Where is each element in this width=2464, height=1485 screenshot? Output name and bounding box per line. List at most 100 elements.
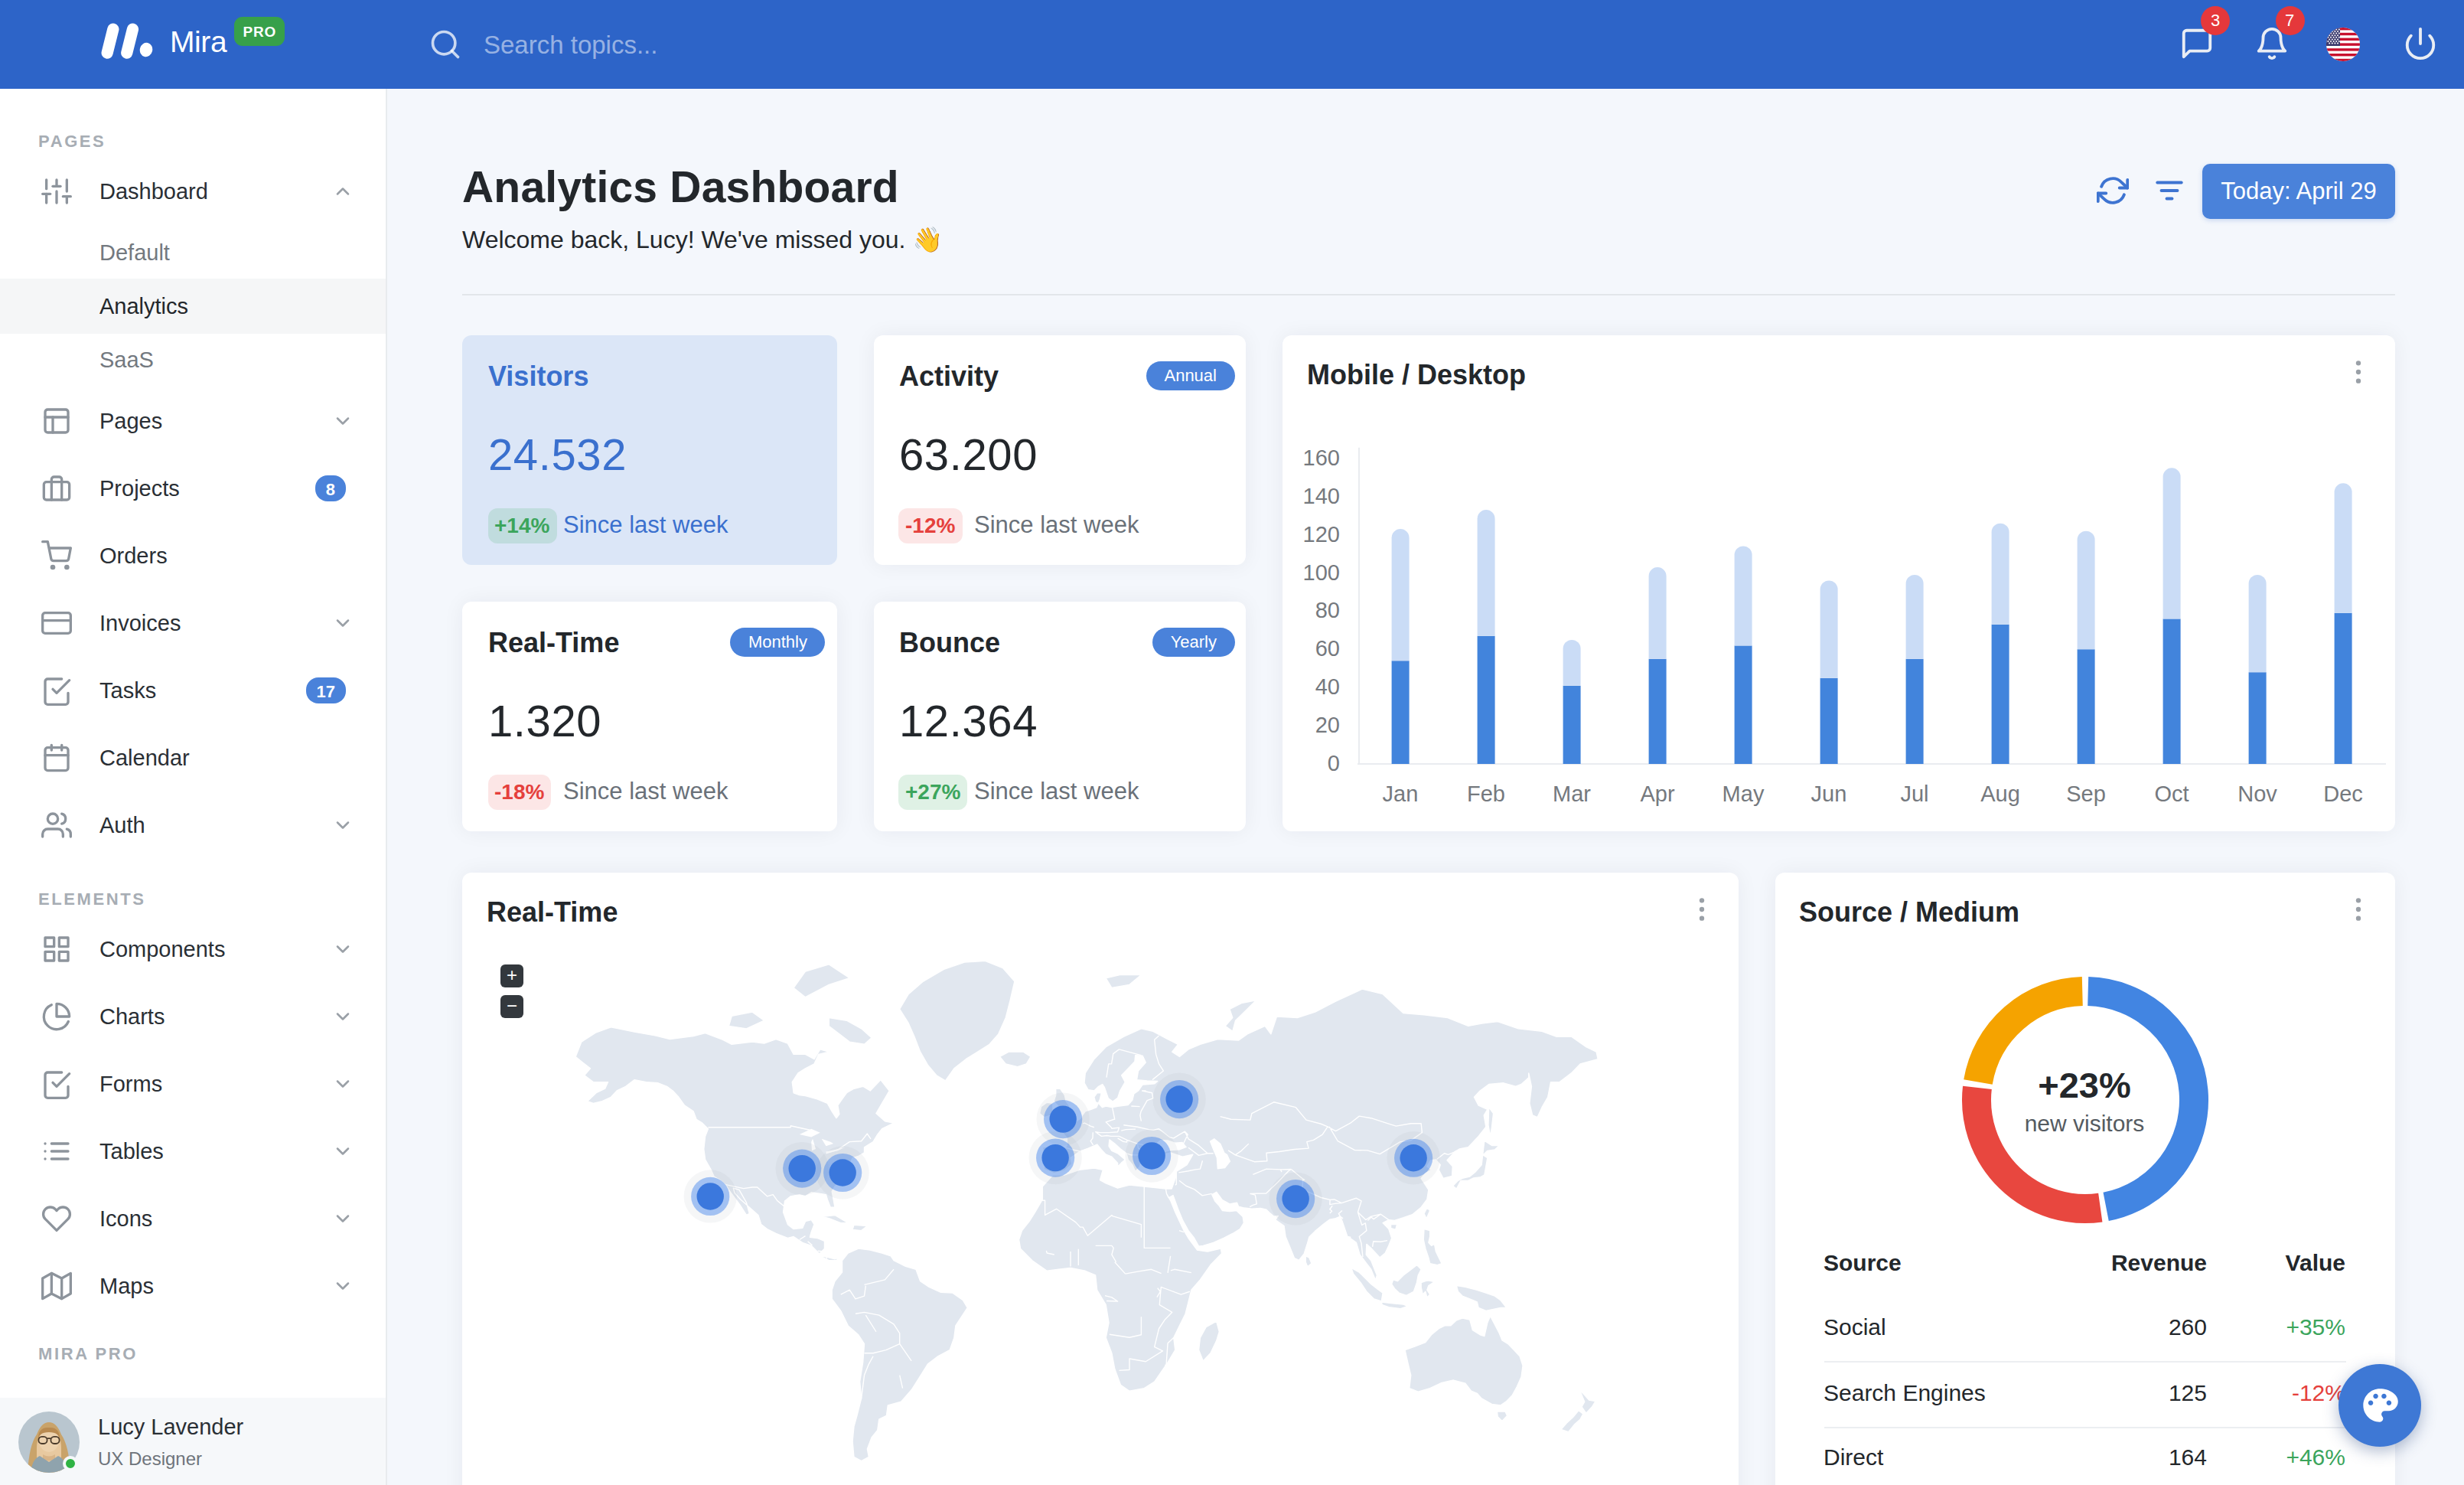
- pie-chart-icon: [41, 1001, 72, 1032]
- bar-desktop-dec: [2335, 483, 2352, 612]
- x-axis-label-apr: Apr: [1640, 782, 1674, 806]
- sidebar-item-projects[interactable]: Projects8: [0, 455, 386, 522]
- bar-desktop-aug: [1992, 524, 2009, 625]
- search-icon[interactable]: [429, 28, 462, 61]
- x-axis-label-oct: Oct: [2154, 782, 2189, 806]
- table-cell-value: +46%: [2286, 1444, 2345, 1470]
- sidebar-subitem-saas[interactable]: SaaS: [0, 334, 386, 388]
- bar-mobile-aug: [1992, 625, 2009, 764]
- bar-desktop-feb: [1478, 510, 1495, 636]
- stat-card-activity: ActivityAnnual63.200-12%Since last week: [873, 335, 1246, 564]
- source-medium-title: Source / Medium: [1799, 897, 2019, 929]
- stat-card-visitors: Visitors24.532+14%Since last week: [462, 335, 836, 564]
- stat-value: 12.364: [899, 696, 1038, 746]
- sidebar-item-dashboard[interactable]: Dashboard: [0, 158, 386, 225]
- check-square-icon: [41, 675, 72, 706]
- chevron-up-icon: [332, 181, 354, 202]
- stat-value: 1.320: [488, 696, 601, 746]
- theme-settings-fab[interactable]: [2338, 1364, 2420, 1447]
- sidebar-item-icons[interactable]: Icons: [0, 1185, 386, 1252]
- app-root: Mira PRO 3 7: [0, 0, 2464, 1485]
- map-marker-madrid[interactable]: [1029, 1131, 1082, 1184]
- sidebar-item-label: Components: [99, 937, 225, 961]
- x-axis-label-aug: Aug: [1980, 782, 2020, 806]
- table-row-divider: [1824, 1361, 2345, 1363]
- stat-delta-badge: +27%: [898, 774, 967, 809]
- sidebar-item-forms[interactable]: Forms: [0, 1050, 386, 1118]
- map-zoom-out-button[interactable]: −: [500, 994, 523, 1017]
- table-cell-source: Social: [1824, 1314, 1886, 1340]
- sidebar-item-maps[interactable]: Maps: [0, 1252, 386, 1320]
- sidebar-subitem-analytics[interactable]: Analytics: [0, 279, 386, 334]
- map-marker-new-delhi[interactable]: [1269, 1172, 1322, 1225]
- sidebar-item-tasks[interactable]: Tasks17: [0, 657, 386, 724]
- stat-title: Real-Time: [488, 628, 619, 660]
- y-axis-tick-label: 40: [1315, 674, 1340, 699]
- more-menu-icon[interactable]: [2343, 894, 2374, 925]
- table-cell-value: -12%: [2292, 1379, 2345, 1405]
- navbar: Mira PRO 3 7: [0, 0, 2464, 89]
- map-marker-new-york[interactable]: [816, 1146, 869, 1199]
- bar-mobile-oct: [2163, 618, 2181, 764]
- stat-delta-badge: -18%: [487, 774, 551, 809]
- map-zoom-in-button[interactable]: +: [500, 964, 523, 987]
- y-axis-tick-label: 60: [1315, 636, 1340, 661]
- stat-period-badge[interactable]: Monthly: [731, 627, 825, 656]
- sidebar-item-components[interactable]: Components: [0, 915, 386, 983]
- stat-value: 63.200: [899, 429, 1038, 480]
- power-icon[interactable]: [2403, 25, 2438, 60]
- stat-delta-badge: +14%: [487, 508, 556, 543]
- table-cell-source: Direct: [1824, 1444, 1883, 1470]
- map-marker-san-francisco[interactable]: [684, 1170, 737, 1222]
- map-marker-beijing[interactable]: [1387, 1131, 1440, 1184]
- language-flag-us[interactable]: [2326, 27, 2360, 60]
- sidebar-item-pages[interactable]: Pages: [0, 387, 386, 455]
- sidebar-item-label: Pages: [99, 409, 162, 433]
- stat-title: Bounce: [899, 628, 1000, 660]
- stat-card-bounce: BounceYearly12.364+27%Since last week: [873, 602, 1246, 831]
- stat-card-real-time: Real-TimeMonthly1.320-18%Since last week: [462, 602, 836, 831]
- sidebar-subitem-default[interactable]: Default: [0, 225, 386, 279]
- sidebar-item-auth[interactable]: Auth: [0, 791, 386, 859]
- stat-note: Since last week: [974, 511, 1139, 538]
- search-input[interactable]: [484, 21, 973, 67]
- sidebar-user[interactable]: Lucy Lavender UX Designer: [0, 1398, 386, 1485]
- layout-icon: [41, 406, 72, 436]
- stat-period-badge[interactable]: Annual: [1146, 361, 1234, 390]
- table-cell-source: Search Engines: [1824, 1379, 1986, 1405]
- y-axis-tick-label: 0: [1328, 751, 1340, 775]
- today-button[interactable]: Today: April 29: [2202, 163, 2395, 218]
- chevron-down-icon: [332, 814, 354, 836]
- filter-icon[interactable]: [2153, 175, 2185, 207]
- y-axis-tick-label: 160: [1303, 445, 1340, 470]
- sidebar-item-calendar[interactable]: Calendar: [0, 724, 386, 791]
- more-menu-icon[interactable]: [1686, 894, 1716, 925]
- brand-name[interactable]: Mira: [170, 24, 227, 59]
- sidebar-item-label: Invoices: [99, 611, 181, 635]
- bar-mobile-nov: [2249, 672, 2267, 764]
- chevron-down-icon: [332, 1006, 354, 1027]
- map-marker-istanbul[interactable]: [1126, 1129, 1178, 1182]
- sidebar-item-charts[interactable]: Charts: [0, 983, 386, 1050]
- bar-mobile-may: [1735, 645, 1752, 764]
- refresh-icon[interactable]: [2097, 175, 2129, 207]
- bar-mobile-jun: [1820, 678, 1838, 764]
- x-axis-label-sep: Sep: [2066, 782, 2106, 806]
- palette-icon: [2359, 1385, 2399, 1425]
- sidebar-item-orders[interactable]: Orders: [0, 522, 386, 589]
- mira-logo-icon[interactable]: [101, 23, 153, 60]
- stat-period-badge[interactable]: Yearly: [1153, 627, 1234, 656]
- welcome-message: Welcome back, Lucy! We've missed you. 👋: [462, 225, 943, 254]
- sidebar-item-label: Tasks: [99, 678, 156, 703]
- y-axis-tick-label: 120: [1303, 522, 1340, 547]
- stat-title: Activity: [899, 361, 999, 393]
- sidebar-item-tables[interactable]: Tables: [0, 1118, 386, 1185]
- user-name: Lucy Lavender: [98, 1415, 243, 1439]
- map-marker-moscow[interactable]: [1153, 1072, 1206, 1125]
- sidebar-item-invoices[interactable]: Invoices: [0, 589, 386, 657]
- donut-center-sublabel: new visitors: [1993, 1110, 2176, 1136]
- sidebar-subitem-label: SaaS: [99, 348, 154, 373]
- sidebar-item-label: Charts: [99, 1004, 165, 1029]
- world-map[interactable]: [541, 949, 1602, 1469]
- x-axis-label-jul: Jul: [1900, 782, 1928, 806]
